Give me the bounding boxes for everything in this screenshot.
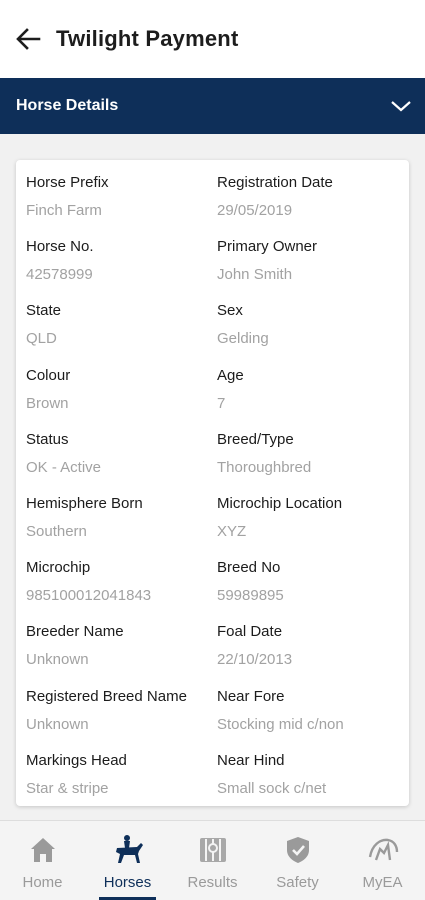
bottom-navigation: Home Horses Results Safety MyEA <box>0 820 425 900</box>
field-value: Stocking mid c/non <box>217 715 344 733</box>
myea-icon <box>366 833 400 867</box>
field-value: OK - Active <box>26 458 102 476</box>
field-breeder-name: Breeder Name Unknown <box>26 623 217 687</box>
arrow-left-icon <box>16 28 41 50</box>
field-label: Breed No <box>217 559 281 577</box>
app-header: Twilight Payment <box>0 0 425 78</box>
field-label: Status <box>26 430 69 448</box>
nav-home[interactable]: Home <box>0 821 85 900</box>
field-value: QLD <box>26 330 57 348</box>
field-foal-date: Foal Date 22/10/2013 <box>217 623 408 687</box>
details-grid: Horse Prefix Finch Farm Registration Date 2… <box>26 174 409 816</box>
field-microchip: Microchip 985100012041843 <box>26 559 217 623</box>
field-value: Unknown <box>26 651 89 669</box>
field-value: 7 <box>217 394 226 412</box>
horse-details-card: Horse Prefix Finch Farm Registration Date 2… <box>16 160 409 806</box>
field-value: Small sock c/net <box>217 779 327 797</box>
field-label: Microchip Location <box>217 494 343 512</box>
back-button[interactable] <box>14 25 42 53</box>
field-label: Sex <box>217 302 243 320</box>
nav-horses[interactable]: Horses <box>85 821 170 900</box>
field-value: 29/05/2019 <box>217 202 293 219</box>
nav-label-results: Results <box>187 874 238 891</box>
shield-check-icon <box>281 833 315 867</box>
page-title: Twilight Payment <box>56 26 239 51</box>
field-horse-no: Horse No. 42578999 <box>26 238 217 302</box>
field-horse-prefix: Horse Prefix Finch Farm <box>26 174 217 238</box>
nav-safety[interactable]: Safety <box>255 821 340 900</box>
nav-results[interactable]: Results <box>170 821 255 900</box>
field-label: Registration Date <box>217 174 333 191</box>
results-icon <box>196 833 230 867</box>
field-label: Age <box>217 366 244 384</box>
field-value: John Smith <box>217 266 293 284</box>
field-label: Near Fore <box>217 687 285 705</box>
nav-label-safety: Safety <box>276 874 319 891</box>
field-label: State <box>26 302 62 320</box>
nav-label-myea: MyEA <box>362 874 403 891</box>
field-label: Near Hind <box>217 751 285 769</box>
nav-myea[interactable]: MyEA <box>340 821 425 900</box>
field-hemisphere-born: Hemisphere Born Southern <box>26 495 217 559</box>
field-value: Unknown <box>26 715 89 733</box>
field-age: Age 7 <box>217 367 408 431</box>
field-registered-breed-name: Registered Breed Name Unknown <box>26 688 217 752</box>
field-label: Microchip <box>26 559 91 577</box>
field-value: 985100012041843 <box>26 587 152 605</box>
field-value: Brown <box>26 394 69 412</box>
field-label: Horse No. <box>26 238 94 256</box>
field-breed-no: Breed No 59989895 <box>217 559 408 623</box>
field-value: Finch Farm <box>26 202 102 219</box>
field-registration-date: Registration Date 29/05/2019 <box>217 174 408 238</box>
field-label: Colour <box>26 366 71 384</box>
field-label: Breeder Name <box>26 623 124 641</box>
field-value: 42578999 <box>26 266 93 284</box>
field-primary-owner: Primary Owner John Smith <box>217 238 408 302</box>
field-label: Breed/Type <box>217 430 294 448</box>
nav-label-home: Home <box>22 874 63 891</box>
field-state: State QLD <box>26 302 217 366</box>
field-value: Southern <box>26 522 87 540</box>
field-label: Registered Breed Name <box>26 687 187 705</box>
field-value: Gelding <box>217 330 269 348</box>
field-label: Foal Date <box>217 623 283 641</box>
field-value: 22/10/2013 <box>217 651 293 669</box>
home-icon <box>26 833 60 867</box>
field-near-fore: Near Fore Stocking mid c/non <box>217 688 408 752</box>
field-label: Markings Head <box>26 751 127 769</box>
field-label: Hemisphere Born <box>26 494 143 512</box>
field-microchip-location: Microchip Location XYZ <box>217 495 408 559</box>
field-value: XYZ <box>217 522 247 540</box>
horse-rider-icon <box>111 833 145 867</box>
field-value: 59989895 <box>217 587 284 605</box>
field-colour: Colour Brown <box>26 367 217 431</box>
section-title: Horse Details <box>16 97 119 114</box>
field-value: Thoroughbred <box>217 458 312 476</box>
field-value: Star & stripe <box>26 779 109 797</box>
field-markings-head: Markings Head Star & stripe <box>26 752 217 816</box>
chevron-down-icon <box>389 94 413 118</box>
field-label: Horse Prefix <box>26 174 109 191</box>
field-label: Primary Owner <box>217 238 318 256</box>
field-breed-type: Breed/Type Thoroughbred <box>217 431 408 495</box>
field-near-hind: Near Hind Small sock c/net <box>217 752 408 816</box>
field-sex: Sex Gelding <box>217 302 408 366</box>
field-status: Status OK - Active <box>26 431 217 495</box>
nav-label-horses: Horses <box>103 874 152 891</box>
horse-details-section-header[interactable]: Horse Details <box>0 78 425 134</box>
